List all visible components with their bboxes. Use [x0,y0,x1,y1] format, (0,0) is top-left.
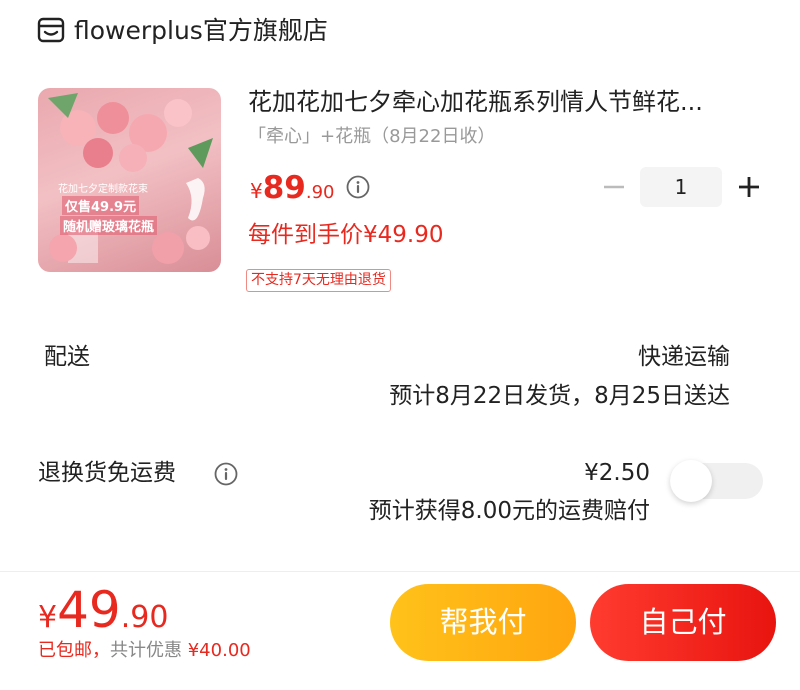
total-price-dec: .90 [120,600,169,635]
quantity-input[interactable]: 1 [640,167,722,207]
promo-price: 每件到手价¥49.90 [248,222,444,248]
total-price-symbol: ¥ [38,600,58,635]
store-name[interactable]: flowerplus官方旗舰店 [74,14,328,48]
product-image-caption-2: 仅售49.9元 [62,196,140,215]
price-info-icon[interactable] [346,175,370,199]
toggle-knob [670,460,712,502]
unit-price-dec: .90 [305,182,335,203]
free-shipping-text: 已包邮， [38,640,110,661]
return-freight-description: 预计获得8.00元的运费赔付 [368,498,650,524]
delivery-eta: 预计8月22日发货，8月25日送达 [389,383,730,409]
self-pay-button[interactable]: 自己付 [590,584,776,661]
delivery-label: 配送 [44,344,90,370]
quantity-decrease-button[interactable] [600,172,628,202]
discount-label: 共计优惠 [110,640,182,661]
quantity-increase-button[interactable] [735,172,763,202]
help-pay-button[interactable]: 帮我付 [390,584,576,661]
unit-price: ¥89.90 [250,168,335,213]
return-freight-price: ¥2.50 [584,460,650,486]
product-variant[interactable]: 「牵心」+花瓶（8月22日收） [248,124,495,150]
checkout-summary: 已包邮，共计优惠 ¥40.00 [38,638,251,664]
no-return-tag: 不支持7天无理由退货 [246,269,391,292]
return-freight-label: 退换货免运费 [38,460,176,486]
product-image[interactable]: 花加七夕定制款花束 仅售49.9元 随机赠玻璃花瓶 [38,88,221,272]
discount-value: ¥40.00 [187,640,251,661]
store-icon [36,15,66,45]
delivery-method[interactable]: 快递运输 [638,340,730,374]
product-image-caption-1: 花加七夕定制款花束 [58,184,148,195]
return-freight-info-icon[interactable] [214,462,238,486]
unit-price-symbol: ¥ [250,179,263,203]
total-price-int: 49 [57,581,121,639]
return-freight-toggle[interactable] [670,460,763,502]
product-title[interactable]: 花加花加七夕牵心加花瓶系列情人节鲜花... [248,84,768,120]
unit-price-int: 89 [262,170,306,206]
product-image-caption-3: 随机赠玻璃花瓶 [60,216,158,235]
